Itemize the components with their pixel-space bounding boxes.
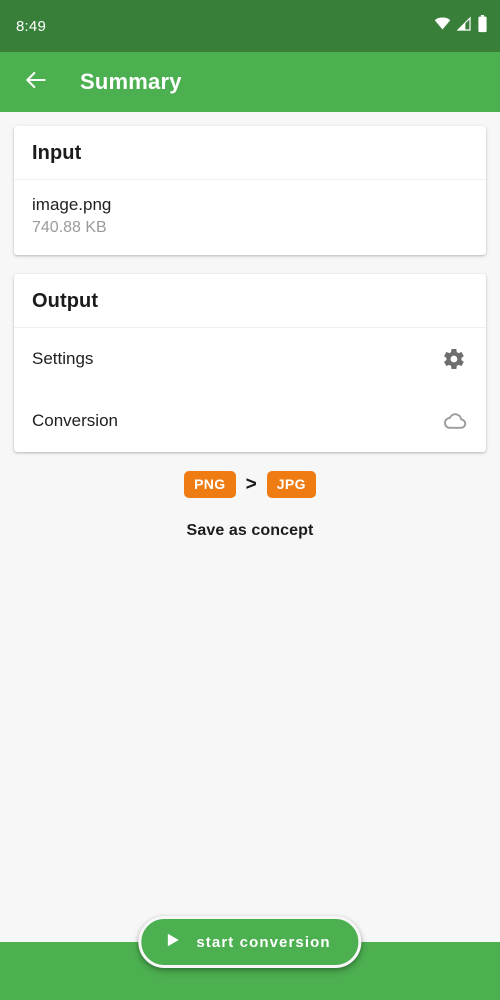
input-card-title: Input [32,142,82,164]
gear-icon[interactable] [440,345,468,373]
status-bar: 8:49 [0,0,500,52]
output-card: Output Settings Conversion [14,273,486,452]
output-row-conversion[interactable]: Conversion [14,390,486,452]
status-bar-icons [434,14,488,38]
chevron-right-icon: > [245,473,257,495]
target-format-badge[interactable]: JPG [266,470,316,498]
output-row-conversion-label: Conversion [32,410,118,430]
input-file-row[interactable]: image.png 740.88 KB [14,180,486,255]
input-file-size: 740.88 KB [32,218,107,236]
output-card-header: Output [14,274,486,328]
arrow-left-icon [23,67,49,98]
cloud-icon[interactable] [440,407,468,435]
battery-icon [477,14,488,38]
main-content: Input image.png 740.88 KB Output Setting… [0,112,500,540]
play-icon [163,931,181,954]
source-format-badge[interactable]: PNG [184,470,236,498]
output-row-settings-label: Settings [32,348,94,368]
save-as-concept-button[interactable]: Save as concept [14,522,486,540]
cellular-signal-icon [456,16,472,37]
status-bar-time: 8:49 [16,17,46,35]
input-card-header: Input [14,126,486,180]
output-card-title: Output [32,289,99,312]
output-row-settings[interactable]: Settings [14,328,486,390]
start-conversion-label: start conversion [196,933,331,951]
start-conversion-button[interactable]: start conversion [138,916,362,968]
wifi-icon [434,15,451,37]
app-bar: Summary [0,52,500,112]
page-title: Summary [80,69,182,94]
input-file-name: image.png [32,195,112,214]
format-conversion-row: PNG > JPG [14,470,486,498]
back-button[interactable] [16,62,56,102]
input-card: Input image.png 740.88 KB [14,126,486,255]
